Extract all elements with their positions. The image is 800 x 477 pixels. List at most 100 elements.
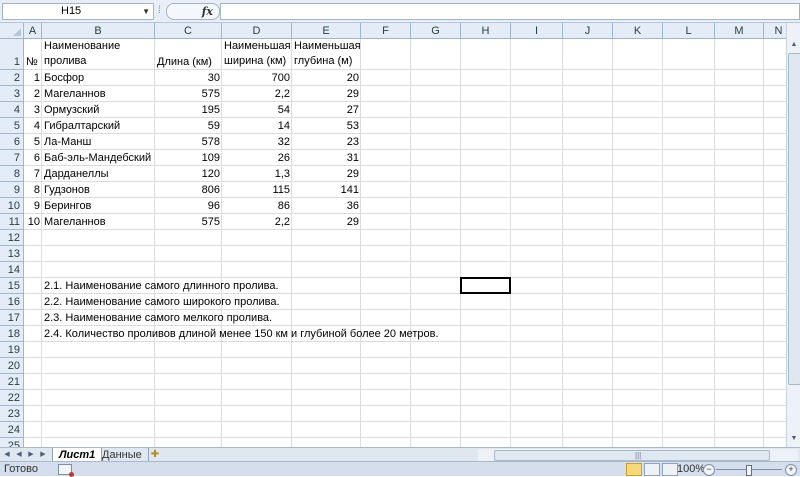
cell[interactable] xyxy=(222,230,292,246)
cell[interactable] xyxy=(613,166,663,182)
row-header[interactable]: 22 xyxy=(0,390,24,406)
cell[interactable] xyxy=(613,182,663,198)
prev-sheet-icon[interactable]: ◀ xyxy=(14,449,24,461)
cell[interactable] xyxy=(292,374,361,390)
row-header[interactable]: 13 xyxy=(0,246,24,262)
cell[interactable] xyxy=(411,342,461,358)
cell[interactable] xyxy=(361,310,411,326)
cell[interactable] xyxy=(715,326,764,342)
cell-length[interactable]: 575 xyxy=(155,86,222,102)
row-header[interactable]: 20 xyxy=(0,358,24,374)
cell[interactable] xyxy=(563,39,613,70)
column-header-e[interactable]: E xyxy=(292,23,361,39)
cell[interactable] xyxy=(292,358,361,374)
cell-min-depth[interactable]: 23 xyxy=(292,134,361,150)
cell[interactable] xyxy=(461,358,511,374)
cell[interactable] xyxy=(715,438,764,447)
row-header[interactable]: 23 xyxy=(0,406,24,422)
cell-min-depth[interactable]: 27 xyxy=(292,102,361,118)
cell[interactable] xyxy=(663,326,715,342)
cell[interactable] xyxy=(715,390,764,406)
cell[interactable] xyxy=(461,294,511,310)
cell[interactable] xyxy=(663,70,715,86)
cell[interactable] xyxy=(42,422,155,438)
cell-length[interactable]: 30 xyxy=(155,70,222,86)
cell[interactable] xyxy=(563,406,613,422)
cell[interactable] xyxy=(663,230,715,246)
cell[interactable] xyxy=(411,246,461,262)
cell[interactable] xyxy=(24,406,42,422)
cell[interactable] xyxy=(361,358,411,374)
cell[interactable] xyxy=(511,118,563,134)
cell[interactable] xyxy=(411,262,461,278)
cell[interactable] xyxy=(715,310,764,326)
cell[interactable] xyxy=(461,214,511,230)
cell[interactable] xyxy=(155,358,222,374)
cell[interactable] xyxy=(411,86,461,102)
cell[interactable] xyxy=(715,198,764,214)
cell[interactable] xyxy=(222,246,292,262)
cell-min-depth[interactable]: 36 xyxy=(292,198,361,214)
cell[interactable] xyxy=(411,278,461,294)
cell[interactable] xyxy=(613,278,663,294)
cell[interactable] xyxy=(715,246,764,262)
cell[interactable] xyxy=(24,326,42,342)
name-box[interactable]: H15 ▼ xyxy=(2,3,154,20)
cell[interactable] xyxy=(563,214,613,230)
row-header[interactable]: 12 xyxy=(0,230,24,246)
cell[interactable] xyxy=(361,422,411,438)
cell[interactable] xyxy=(715,262,764,278)
cell[interactable] xyxy=(663,342,715,358)
cell-min-width[interactable]: 2,2 xyxy=(222,86,292,102)
cell[interactable] xyxy=(411,214,461,230)
cell[interactable] xyxy=(613,294,663,310)
cell[interactable] xyxy=(24,374,42,390)
cell[interactable] xyxy=(613,326,663,342)
cell[interactable] xyxy=(563,278,613,294)
cell[interactable] xyxy=(411,438,461,447)
row-header[interactable]: 24 xyxy=(0,422,24,438)
cell[interactable] xyxy=(613,70,663,86)
column-header-m[interactable]: M xyxy=(715,23,764,39)
cell[interactable] xyxy=(663,102,715,118)
row-header[interactable]: 6 xyxy=(0,134,24,150)
cell[interactable] xyxy=(663,358,715,374)
cell[interactable] xyxy=(511,182,563,198)
cell[interactable] xyxy=(42,406,155,422)
row-header[interactable]: 2 xyxy=(0,70,24,86)
header-length[interactable]: Длина (км) xyxy=(155,39,222,70)
cell[interactable] xyxy=(461,262,511,278)
cell[interactable] xyxy=(613,246,663,262)
cell[interactable] xyxy=(461,246,511,262)
cell[interactable] xyxy=(42,342,155,358)
cell[interactable] xyxy=(42,262,155,278)
task-text[interactable]: 2.4. Количество проливов длиной менее 15… xyxy=(42,326,441,342)
cell[interactable] xyxy=(563,358,613,374)
scroll-down-icon[interactable]: ▼ xyxy=(788,433,800,445)
cell-strait-name[interactable]: Берингов xyxy=(42,198,155,214)
cell[interactable] xyxy=(361,390,411,406)
cell[interactable] xyxy=(511,342,563,358)
cell[interactable] xyxy=(563,182,613,198)
row-header[interactable]: 25 xyxy=(0,438,24,447)
cell[interactable] xyxy=(461,118,511,134)
cell[interactable] xyxy=(663,86,715,102)
cell[interactable] xyxy=(563,230,613,246)
cell[interactable] xyxy=(411,39,461,70)
chevron-down-icon[interactable]: ▼ xyxy=(142,4,150,19)
cell[interactable] xyxy=(222,374,292,390)
cell-number[interactable]: 3 xyxy=(24,102,42,118)
cell[interactable] xyxy=(361,294,411,310)
cell[interactable] xyxy=(222,358,292,374)
cell[interactable] xyxy=(411,118,461,134)
cell[interactable] xyxy=(511,278,563,294)
cell[interactable] xyxy=(411,390,461,406)
page-break-view-button[interactable] xyxy=(662,463,678,476)
cell[interactable] xyxy=(155,262,222,278)
cell-strait-name[interactable]: Магеланнов xyxy=(42,214,155,230)
insert-sheet-icon[interactable]: ✚ xyxy=(146,448,164,462)
cell[interactable] xyxy=(361,198,411,214)
cell[interactable] xyxy=(292,310,361,326)
cell[interactable] xyxy=(511,294,563,310)
cell[interactable] xyxy=(563,198,613,214)
